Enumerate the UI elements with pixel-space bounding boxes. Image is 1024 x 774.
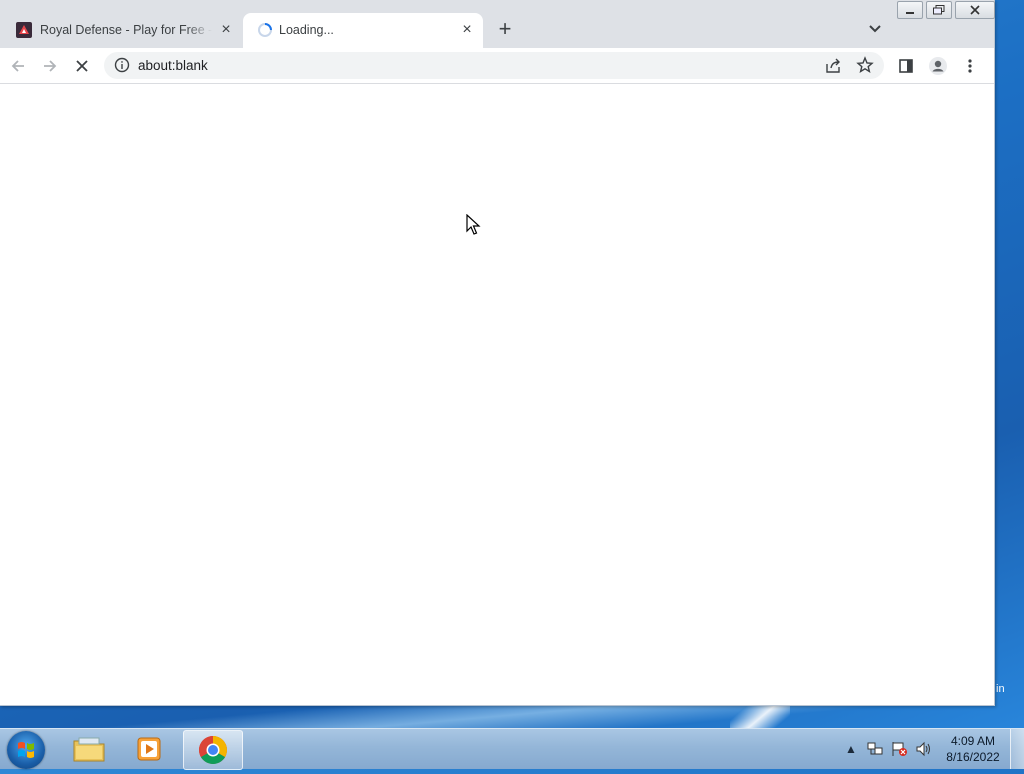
window-controls <box>897 1 998 19</box>
restore-icon <box>933 5 945 15</box>
maximize-button[interactable] <box>926 1 952 19</box>
tab-search-chevron-icon[interactable] <box>866 20 884 38</box>
taskbar: ▲ 4:09 AM 8/16/2022 <box>0 728 1024 770</box>
minimize-button[interactable] <box>897 1 923 19</box>
kebab-menu-icon <box>968 59 972 73</box>
windows-logo-icon <box>18 742 34 758</box>
forward-arrow-icon <box>44 60 57 72</box>
address-bar[interactable]: about:blank <box>104 52 884 79</box>
show-desktop-button[interactable] <box>1010 729 1024 769</box>
tab-close-icon[interactable]: × <box>218 22 234 38</box>
system-tray: ▲ <box>845 741 933 757</box>
royal-defense-favicon-icon <box>16 22 32 38</box>
volume-icon[interactable] <box>915 741 933 757</box>
tab-title: Royal Defense - Play for Free - G <box>40 23 212 37</box>
side-panel-icon <box>899 59 913 73</box>
clock-time: 4:09 AM <box>950 734 996 748</box>
taskbar-media-player-button[interactable] <box>120 730 178 768</box>
tab-close-icon[interactable]: × <box>459 22 475 38</box>
profile-avatar-icon <box>929 57 947 75</box>
forward-button[interactable] <box>40 56 60 76</box>
clock-date: 8/16/2022 <box>946 750 1000 764</box>
mouse-cursor-icon <box>466 214 481 235</box>
start-button[interactable] <box>7 731 45 769</box>
profile-button[interactable] <box>928 56 948 76</box>
desktop-text-fragment: in <box>996 683 1005 695</box>
taskbar-chrome-button[interactable] <box>183 730 243 770</box>
tab-royal-defense[interactable]: Royal Defense - Play for Free - G × <box>0 13 242 48</box>
tab-title: Loading... <box>279 23 334 37</box>
chrome-icon <box>199 736 227 764</box>
minimize-icon <box>906 12 914 14</box>
taskbar-explorer-button[interactable] <box>60 730 118 768</box>
show-hidden-icons-button[interactable]: ▲ <box>845 742 857 756</box>
back-button[interactable] <box>8 56 28 76</box>
stop-x-icon <box>76 60 88 72</box>
share-icon[interactable] <box>824 57 842 75</box>
action-center-flag-icon[interactable] <box>891 741 907 757</box>
browser-toolbar: about:blank <box>0 48 994 84</box>
tab-strip: Royal Defense - Play for Free - G × Load… <box>0 0 995 48</box>
browser-menu-button[interactable] <box>960 56 980 76</box>
close-icon <box>970 5 980 15</box>
loading-spinner-icon <box>258 23 272 37</box>
site-info-icon[interactable] <box>114 57 130 73</box>
stop-loading-button[interactable] <box>72 56 92 76</box>
system-clock[interactable]: 4:09 AM 8/16/2022 <box>940 733 1006 765</box>
address-url[interactable]: about:blank <box>138 58 208 73</box>
close-window-button[interactable] <box>955 1 995 19</box>
new-tab-button[interactable]: + <box>494 18 516 40</box>
media-player-icon <box>137 737 161 761</box>
page-content-blank[interactable] <box>0 84 994 704</box>
back-arrow-icon <box>11 60 24 72</box>
network-icon[interactable] <box>867 741 883 757</box>
folder-icon <box>73 737 105 762</box>
tab-loading[interactable]: Loading... × <box>243 13 483 48</box>
bookmark-star-icon[interactable] <box>856 56 874 74</box>
browser-window: Royal Defense - Play for Free - G × Load… <box>0 0 995 706</box>
side-panel-button[interactable] <box>896 56 916 76</box>
